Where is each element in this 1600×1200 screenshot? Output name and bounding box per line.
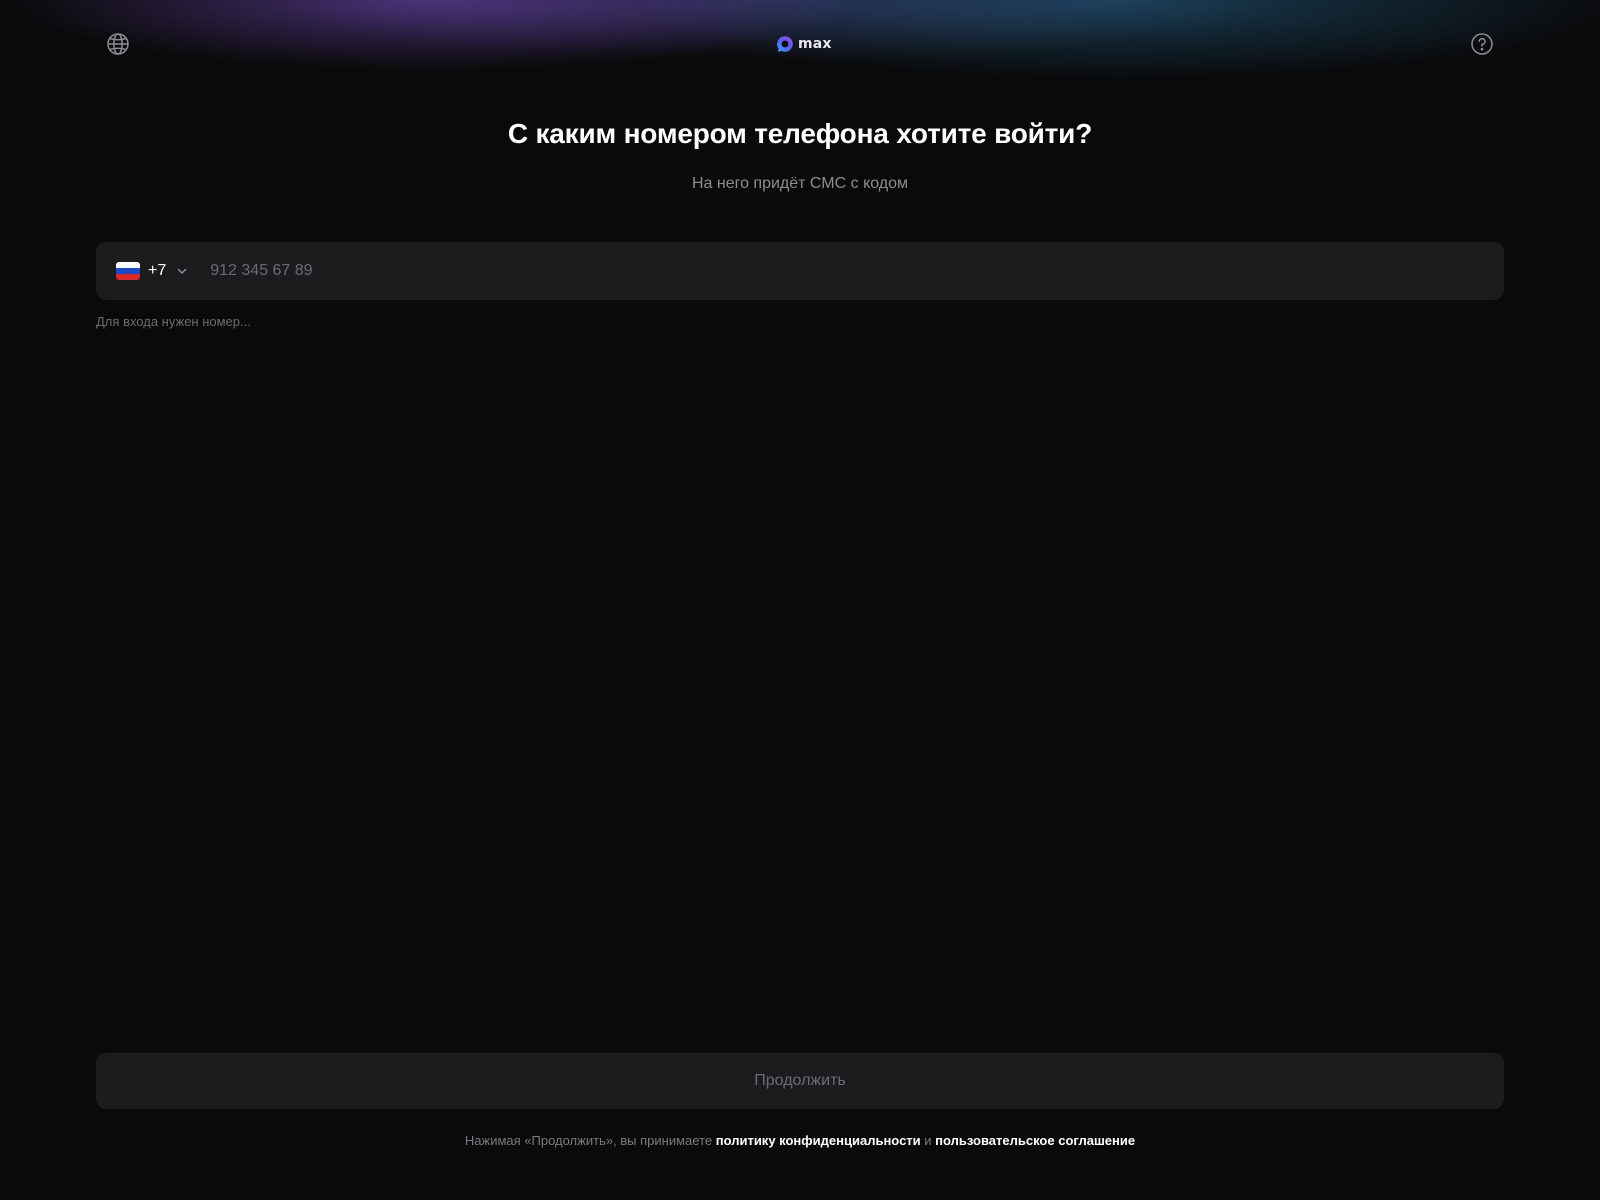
logo-text: max	[798, 36, 832, 52]
terms-and: и	[920, 1133, 936, 1148]
country-code-select[interactable]: +7	[96, 242, 188, 300]
globe-icon	[107, 33, 129, 55]
language-button[interactable]	[104, 30, 132, 58]
phone-hint: Для входа нужен номер...	[96, 314, 251, 329]
max-logo-icon	[777, 36, 793, 52]
continue-button[interactable]: Продолжить	[96, 1053, 1504, 1109]
terms-text: Нажимая «Продолжить», вы принимаете поли…	[0, 1133, 1600, 1148]
page-title: С каким номером телефона хотите войти?	[507, 118, 1093, 149]
russia-flag-icon	[116, 262, 140, 280]
privacy-policy-link[interactable]: политику конфиденциальности	[716, 1133, 921, 1148]
phone-number-input[interactable]	[210, 242, 1504, 300]
page-subtitle: На него придёт СМС с кодом	[691, 175, 909, 192]
terms-prefix: Нажимая «Продолжить», вы принимаете	[464, 1133, 716, 1148]
logo: max	[776, 34, 832, 54]
login-page: max С каким номером телефона хотите войт…	[0, 0, 1600, 1200]
user-agreement-link[interactable]: пользовательское соглашение	[935, 1133, 1135, 1148]
chevron-down-icon	[176, 265, 188, 277]
header: max	[0, 0, 1600, 88]
help-button[interactable]	[1468, 30, 1496, 58]
question-circle-icon	[1471, 33, 1493, 55]
country-code: +7	[148, 262, 167, 279]
phone-field: +7	[96, 242, 1504, 300]
